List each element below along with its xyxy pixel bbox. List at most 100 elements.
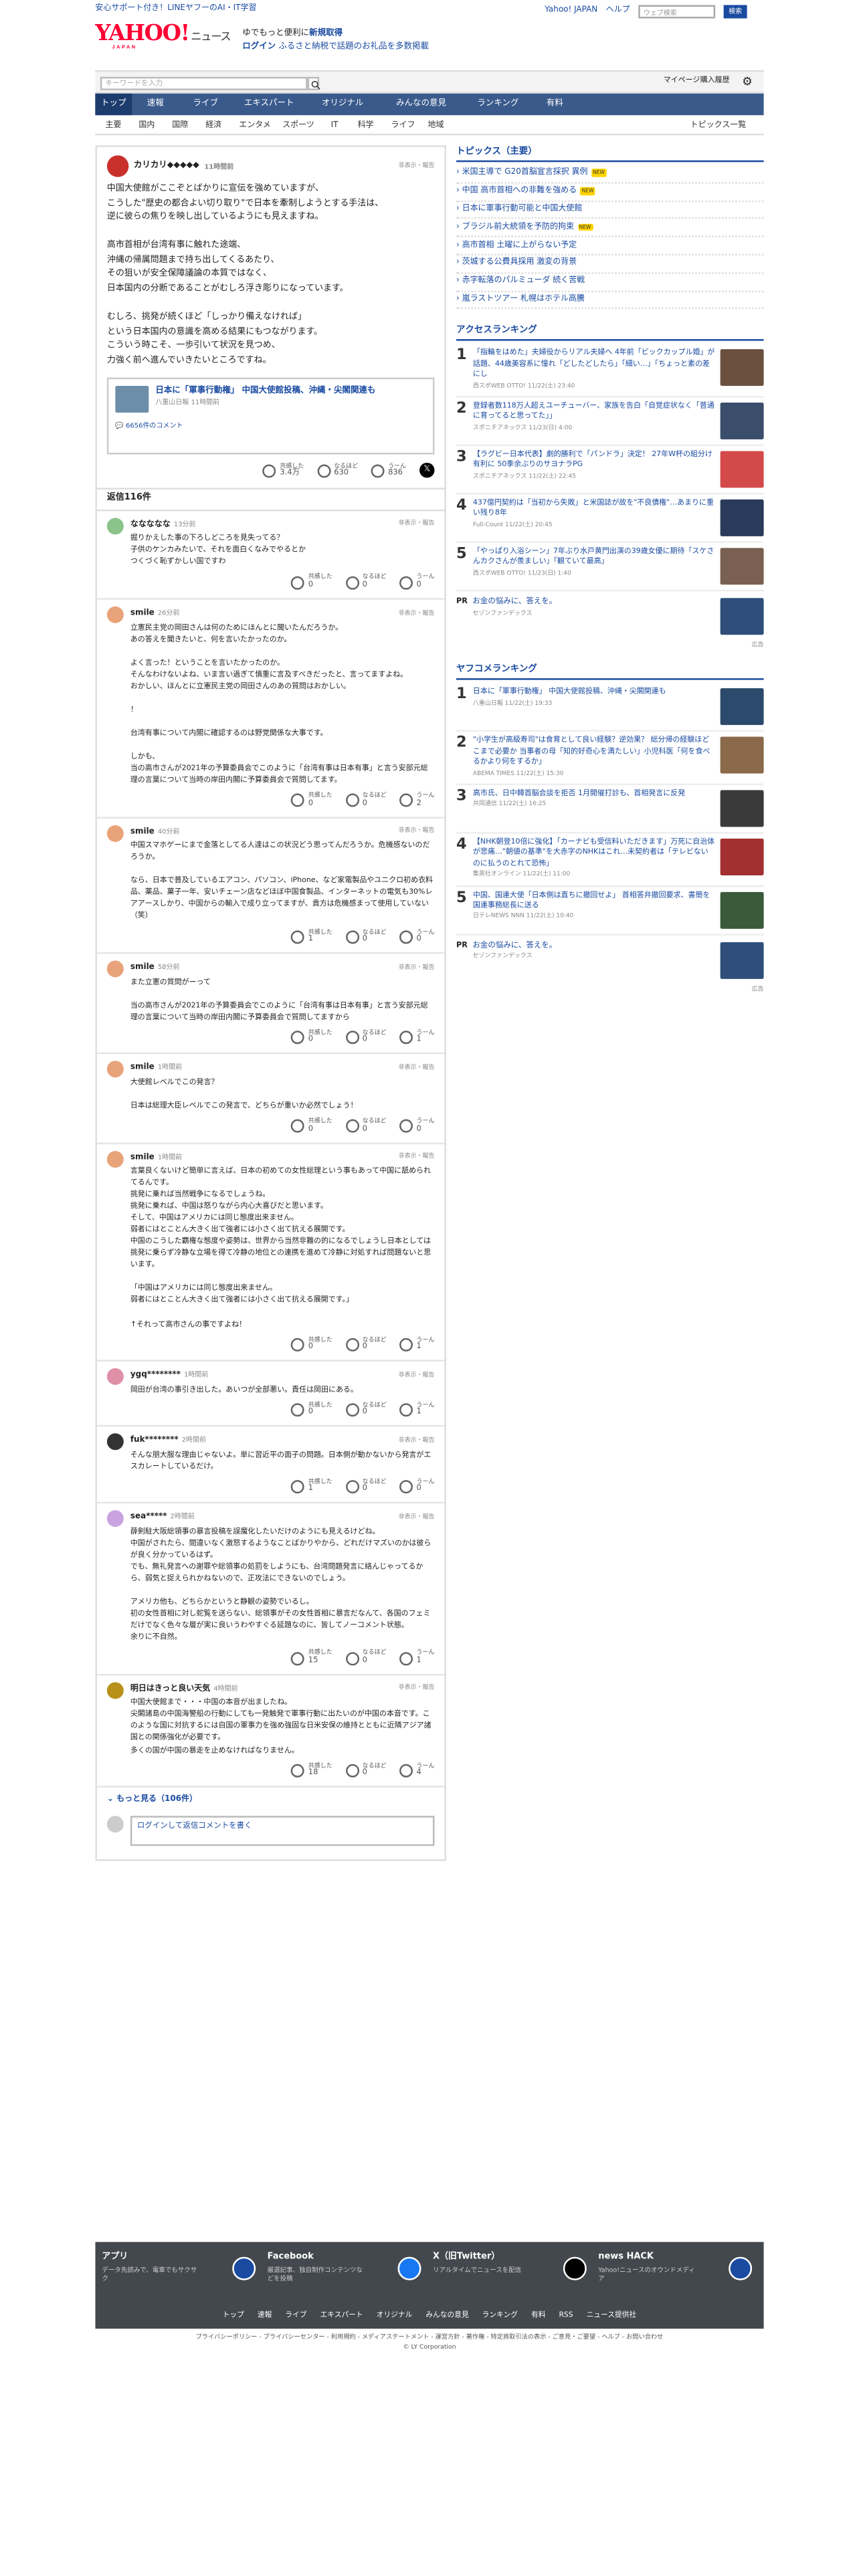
login-link[interactable]: ログイン [242, 41, 276, 51]
agree-button[interactable]: 共感した 0 [291, 1335, 332, 1354]
avatar[interactable] [106, 1150, 124, 1168]
search-icon[interactable] [307, 76, 320, 90]
hide-report-link[interactable]: 非表示・報告 [399, 1685, 435, 1693]
reply-user[interactable]: sea***** [130, 1514, 167, 1522]
agree-button[interactable]: 共感した 0 [291, 574, 332, 592]
footer-link[interactable]: トップ [223, 2312, 244, 2320]
avatar[interactable] [106, 960, 124, 978]
footer-col-0[interactable]: アプリ データ先読みで、電車でもサクサク [102, 2252, 259, 2282]
reply-user[interactable]: smile [130, 610, 155, 618]
footer-link[interactable]: 有料 [531, 2312, 545, 2320]
nod-button[interactable]: なるほど 0 [345, 1478, 387, 1496]
gear-icon[interactable]: ⚙ [742, 74, 753, 91]
rank-title[interactable]: 高市氏、日中韓首脳会談を拒否 1月開催打診も、首相発言に反発 [473, 790, 715, 801]
avatar[interactable] [106, 1061, 124, 1079]
agree-button[interactable]: 共感した 0 [291, 792, 332, 810]
agree-button[interactable]: 共感した 18 [291, 1761, 332, 1780]
rank-title[interactable]: 「指輪をはめた」夫婦役からリアル夫婦へ 4年前「ビックカップル婚」が話題、44歳… [473, 350, 715, 382]
yahoo-news-logo[interactable]: YAHOO! ニュース JAPAN [95, 23, 231, 50]
nav-ranking[interactable]: ランキング [463, 94, 533, 115]
nod-button[interactable]: なるほど 0 [345, 1649, 387, 1667]
nod-button[interactable]: なるほど 0 [345, 1117, 387, 1136]
topic-title[interactable]: 中国 高市首相への非難を強める [462, 187, 577, 195]
footer-link[interactable]: ライブ [285, 2312, 306, 2320]
topic-item[interactable]: › 日本に軍事行動可能と中国大使館 [456, 201, 764, 220]
avatar[interactable] [106, 1368, 124, 1386]
pr-ad-2[interactable]: PR お金の悩みに、答えを。 セゾンファンデックス [456, 935, 764, 985]
footer-col-3[interactable]: news HACK Yahoo!ニュースのオウンドメディア [598, 2252, 755, 2282]
mypage-link[interactable]: マイページ [664, 77, 700, 88]
rank-title[interactable]: 登録者数118万人超えユーチューバー、家族を告白「自覚症状なく「普通に育ってると… [473, 403, 715, 424]
subnav-entertainment[interactable]: エンタメ [239, 120, 271, 132]
topic-item[interactable]: › 中国 高市首相への非難を強める NEW [456, 184, 764, 202]
footer-link[interactable]: みんなの意見 [425, 2312, 468, 2320]
ranking-item[interactable]: 3 【ラグビー日本代表】劇的勝利で「パンドラ」決定！ 27年W杯の組分け有利に 5… [456, 446, 764, 495]
help-link[interactable]: ヘルプ [606, 6, 630, 18]
hide-report-link[interactable]: 非表示・報告 [399, 520, 435, 529]
subnav-life[interactable]: ライフ [391, 120, 415, 132]
topic-title[interactable]: 米国主導で G20首脳宣言採択 異例 [462, 169, 588, 177]
nav-expert[interactable]: エキスパート [232, 94, 306, 115]
hide-report-link[interactable]: 非表示・報告 [399, 162, 435, 171]
avatar[interactable] [106, 518, 124, 535]
article-title[interactable]: 日本に「軍事行動権」 中国大使館投稿、沖縄・尖閣関連も [155, 385, 375, 398]
ranking-item[interactable]: 2 登録者数118万人超えユーチューバー、家族を告白「自覚症状なく「普通に育ってる… [456, 397, 764, 446]
avatar[interactable] [106, 1682, 124, 1699]
subnav-domestic[interactable]: 国内 [138, 120, 155, 132]
footer-link[interactable]: RSS [559, 2312, 573, 2320]
ranking-item[interactable]: 5 中国、国連大使「日本側は直ちに撤回せよ」 首相答弁撤回要求、書簡を国連事務総長… [456, 886, 764, 935]
hide-report-link[interactable]: 非表示・報告 [399, 1153, 435, 1162]
subnav-main[interactable]: 主要 [105, 120, 121, 132]
topic-title[interactable]: ブラジル前大統領を予防的拘束 [462, 223, 575, 231]
topic-item[interactable]: › 高市首相 土曜に上がらない予定 [456, 237, 764, 256]
rank-title[interactable]: 【ラグビー日本代表】劇的勝利で「パンドラ」決定！ 27年W杯の組分け有利に 50… [473, 451, 715, 472]
article-card[interactable]: 日本に「軍事行動権」 中国大使館投稿、沖縄・尖閣関連も 八重山日報 11時間前 … [106, 377, 435, 454]
agree-button[interactable]: 共感した 1 [291, 1478, 332, 1496]
ranking-item[interactable]: 4 437億円契約は「当初から失敗」と米国誌が故を"不良債権"…あまりに重い残り8… [456, 494, 764, 543]
web-search-input[interactable]: ウェブ検索 [638, 5, 716, 19]
furusato-link[interactable]: ふるさと納税で話題のお礼品を多数掲載 [278, 41, 429, 51]
nav-original[interactable]: オリジナル [306, 94, 379, 115]
hmm-button[interactable]: うーん 1 [399, 1029, 434, 1047]
subnav-sports[interactable]: スポーツ [282, 120, 314, 132]
hmm-button[interactable]: うーん 0 [399, 1478, 434, 1496]
hmm-button[interactable]: うーん 0 [399, 574, 434, 592]
avatar[interactable] [106, 825, 124, 842]
rank-title[interactable]: 中国、国連大使「日本側は直ちに撤回せよ」 首相答弁撤回要求、書簡を国連事務総長に… [473, 891, 715, 913]
subnav-science[interactable]: 科学 [358, 120, 374, 132]
rank-title[interactable]: 【NHK朝登10倍に強化】「カーナビも受信料いただきます」万死に自治体が悲痛…"… [473, 839, 715, 871]
ranking-item[interactable]: 4 【NHK朝登10倍に強化】「カーナビも受信料いただきます」万死に自治体が悲痛…… [456, 834, 764, 887]
hide-report-link[interactable]: 非表示・報告 [399, 1513, 435, 1522]
hide-report-link[interactable]: 非表示・報告 [399, 964, 435, 972]
footer-col-2[interactable]: X（旧Twitter） リアルタイムでニュースを配信 [433, 2252, 590, 2280]
nod-button[interactable]: なるほど 0 [345, 792, 387, 810]
footer-link[interactable]: ランキング [482, 2312, 518, 2320]
reply-user[interactable]: smile [130, 1154, 155, 1162]
ranking-item[interactable]: 2 "小学生が高級寿司"は食育として良い経験？逆効果？ 総分帰の経験ほどこまで必要… [456, 732, 764, 786]
footer-link[interactable]: 速報 [258, 2312, 272, 2320]
facebook-icon[interactable] [397, 2256, 421, 2280]
avatar[interactable] [106, 607, 124, 624]
search-input[interactable]: キーワードを入力 [100, 76, 308, 90]
subnav-international[interactable]: 国際 [172, 120, 188, 132]
x-icon[interactable] [563, 2256, 587, 2280]
subnav-economy[interactable]: 経済 [205, 120, 221, 132]
web-search-button[interactable]: 検索 [723, 5, 747, 19]
hmm-button[interactable]: うーん 4 [399, 1761, 434, 1780]
reply-user[interactable]: smile [130, 829, 155, 837]
nod-button[interactable]: なるほど 0 [345, 1335, 387, 1354]
topics-list-link[interactable]: トピックス一覧 [690, 120, 747, 132]
reply-user[interactable]: smile [130, 964, 155, 972]
more-replies-button[interactable]: ⌄ もっと見る（106件） [97, 1788, 445, 1813]
reply-user[interactable]: ygq******** [130, 1372, 181, 1380]
avatar[interactable] [106, 1434, 124, 1451]
reply-user[interactable]: ななななな [130, 521, 171, 529]
footer-link[interactable]: ニュース提供社 [587, 2312, 637, 2320]
agree-button[interactable]: 共感した 15 [291, 1649, 332, 1667]
topic-title[interactable]: 嵐ラストツアー 札幌はホテル高騰 [462, 296, 585, 304]
nod-button[interactable]: なるほど 0 [345, 928, 387, 946]
nav-paid[interactable]: 有料 [533, 94, 577, 115]
hmm-button[interactable]: うーん 836 [371, 462, 406, 480]
nod-button[interactable]: なるほど 0 [345, 1029, 387, 1047]
hide-report-link[interactable]: 非表示・報告 [399, 827, 435, 836]
